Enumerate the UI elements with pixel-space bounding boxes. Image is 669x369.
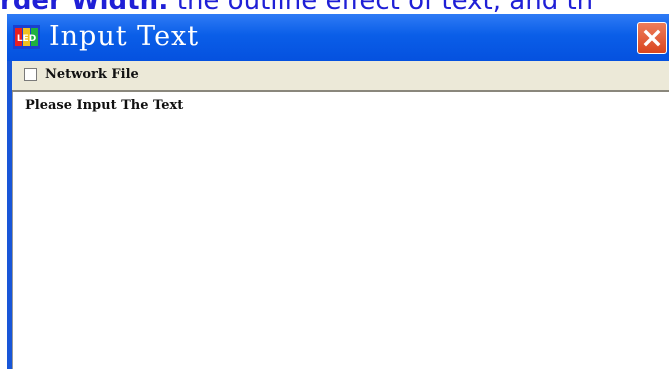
options-bar: Network File xyxy=(12,61,669,92)
input-text-dialog: LED Input Text Network File Please Input… xyxy=(7,14,669,369)
network-file-label[interactable]: Network File xyxy=(45,66,139,84)
svg-text:LED: LED xyxy=(17,34,36,44)
text-placeholder: Please Input The Text xyxy=(25,98,184,113)
text-input-area[interactable]: Please Input The Text xyxy=(12,92,669,369)
title-bar[interactable]: LED Input Text xyxy=(7,14,669,61)
page: rder Width: the outline effect of text, … xyxy=(0,0,669,369)
network-file-checkbox[interactable] xyxy=(24,68,37,81)
dialog-body: Network File Please Input The Text xyxy=(12,61,669,369)
caption-text: the outline effect of text, and th xyxy=(168,0,593,14)
led-logo-icon: LED xyxy=(13,25,40,49)
close-button[interactable] xyxy=(637,22,667,54)
caption-bold-text: rder Width: xyxy=(0,0,168,14)
background-caption: rder Width: the outline effect of text, … xyxy=(0,0,669,14)
window-title: Input Text xyxy=(49,21,200,52)
